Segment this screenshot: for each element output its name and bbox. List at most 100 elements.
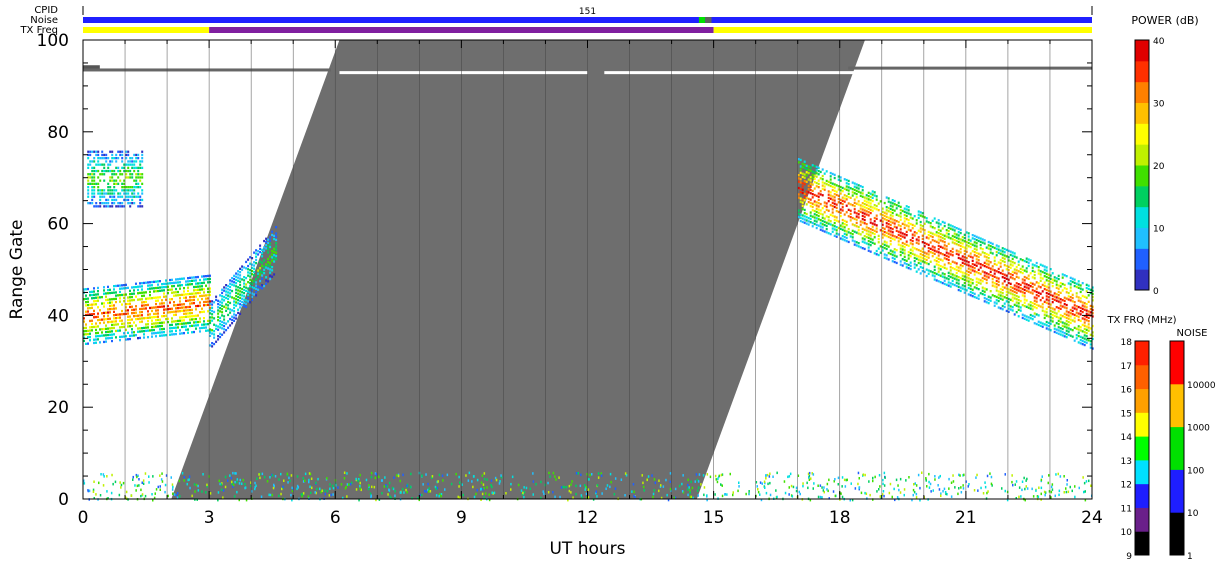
echo-cell xyxy=(967,245,970,248)
echo-cell xyxy=(977,297,980,300)
echo-cell xyxy=(133,321,135,324)
echo-cell xyxy=(99,189,102,192)
echo-cell xyxy=(1073,320,1076,323)
echo-cell xyxy=(973,270,976,273)
noise-cell xyxy=(510,488,512,491)
echo-cell xyxy=(219,307,222,310)
echo-cell xyxy=(1047,299,1050,302)
echo-cell xyxy=(891,250,894,253)
echo-cell xyxy=(151,280,153,284)
echo-cell xyxy=(941,233,944,236)
echo-cell xyxy=(155,319,157,322)
echo-cell xyxy=(113,195,116,198)
noise-cell xyxy=(1004,473,1006,476)
noise-cell xyxy=(903,493,905,497)
echo-cell xyxy=(941,259,944,262)
noise-cell xyxy=(138,484,140,487)
echo-cell xyxy=(961,287,964,290)
echo-cell xyxy=(131,157,134,160)
echo-cell xyxy=(805,222,808,225)
echo-cell xyxy=(109,288,111,291)
echo-cell xyxy=(833,186,836,189)
echo-cell xyxy=(205,297,207,300)
echo-cell xyxy=(169,307,171,311)
echo-cell xyxy=(865,223,868,226)
noise-cell xyxy=(738,485,740,488)
echo-cell xyxy=(1045,285,1048,288)
echo-cell xyxy=(109,336,111,340)
echo-cell xyxy=(855,189,858,192)
power-colorbar-tick: 10 xyxy=(1153,225,1165,235)
echo-cell xyxy=(869,211,872,215)
echo-cell xyxy=(165,317,167,321)
echo-cell xyxy=(941,253,944,256)
echo-cell xyxy=(179,277,181,281)
echo-cell xyxy=(801,214,804,217)
echo-cell xyxy=(991,242,994,245)
echo-cell xyxy=(131,173,134,176)
echo-cell xyxy=(141,291,143,294)
noise-cell xyxy=(1001,487,1003,490)
echo-cell xyxy=(219,326,222,329)
echo-cell xyxy=(871,190,874,193)
echo-cell xyxy=(141,330,143,333)
noise-cell xyxy=(442,479,444,482)
echo-cell xyxy=(103,305,105,308)
echo-cell xyxy=(111,195,114,198)
echo-cell xyxy=(803,163,806,167)
echo-cell xyxy=(1037,291,1040,294)
echo-cell xyxy=(159,325,161,328)
echo-cell xyxy=(187,321,189,325)
noise-cell xyxy=(575,472,578,475)
echo-cell xyxy=(835,219,838,222)
echo-cell xyxy=(837,233,840,236)
y-tick-label: 40 xyxy=(47,306,69,326)
echo-cell xyxy=(193,276,195,279)
echo-cell xyxy=(181,309,183,312)
echo-cell xyxy=(861,240,864,243)
x-tick-label: 15 xyxy=(703,508,725,528)
echo-cell xyxy=(157,318,159,322)
noise-cell xyxy=(812,473,815,476)
echo-cell xyxy=(979,240,982,243)
echo-cell xyxy=(1077,280,1080,283)
echo-cell xyxy=(1009,250,1012,253)
echo-cell xyxy=(213,323,216,326)
noise-cell xyxy=(401,488,404,491)
echo-cell xyxy=(893,225,896,228)
noise-cell xyxy=(696,489,699,492)
echo-cell xyxy=(119,150,122,153)
echo-cell xyxy=(953,267,956,271)
echo-cell xyxy=(933,278,936,281)
echo-cell xyxy=(157,280,159,283)
echo-cell xyxy=(989,261,992,264)
echo-cell xyxy=(111,202,114,205)
echo-cell xyxy=(967,293,970,296)
echo-cell xyxy=(1005,309,1008,313)
echo-cell xyxy=(939,268,942,271)
echo-cell xyxy=(235,304,238,307)
echo-cell xyxy=(1089,333,1092,336)
noise-cell xyxy=(523,495,525,499)
echo-cell xyxy=(927,246,930,250)
echo-cell xyxy=(959,238,962,241)
echo-cell xyxy=(103,202,106,205)
echo-cell xyxy=(879,245,882,248)
noise-cell xyxy=(370,494,372,497)
echo-cell xyxy=(235,301,238,304)
echo-cell xyxy=(1009,298,1012,301)
echo-cell xyxy=(239,267,242,270)
noise-cell xyxy=(681,482,683,486)
echo-cell xyxy=(1035,294,1038,297)
echo-cell xyxy=(275,242,278,245)
echo-cell xyxy=(939,274,942,277)
echo-cell xyxy=(145,307,147,310)
echo-cell xyxy=(199,330,201,333)
echo-cell xyxy=(131,308,133,312)
echo-cell xyxy=(963,246,966,249)
echo-cell xyxy=(925,268,928,271)
echo-cell xyxy=(127,189,130,192)
echo-cell xyxy=(1051,285,1054,288)
noise-cell xyxy=(172,492,174,495)
txfrq-colorbar-tick: 14 xyxy=(1121,433,1133,443)
